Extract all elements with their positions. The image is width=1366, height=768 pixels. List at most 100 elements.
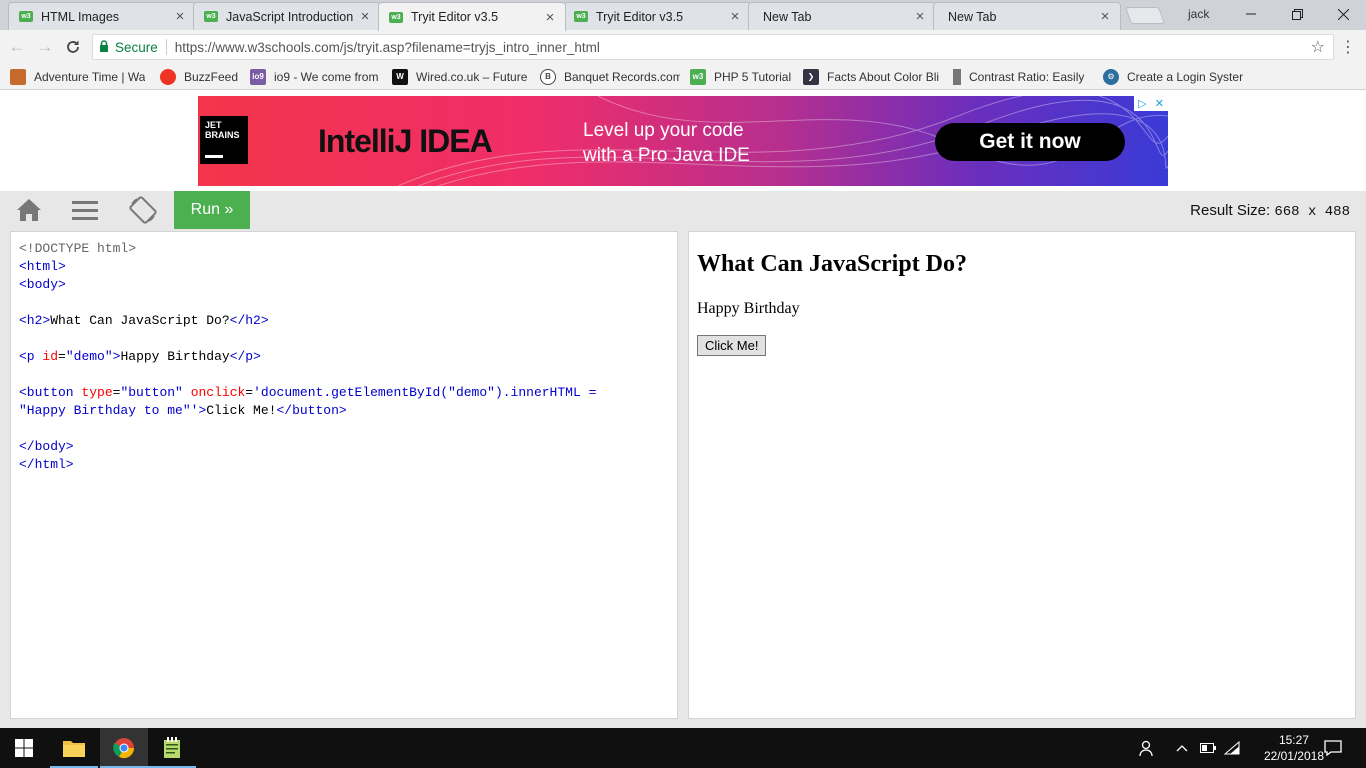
- code-tag: </p>: [229, 349, 261, 364]
- forward-arrow-icon[interactable]: →: [34, 36, 56, 58]
- code-tag: </h2>: [229, 313, 269, 328]
- ad-product-name: IntelliJ IDEA: [318, 123, 493, 159]
- code-attr: onclick: [190, 385, 246, 400]
- gear-icon: ⚙: [1103, 68, 1119, 85]
- ad-banner[interactable]: JET BRAINS IntelliJ IDEA Level up your c…: [198, 96, 1168, 186]
- click-me-button[interactable]: Click Me!: [697, 335, 767, 356]
- ad-cta-button[interactable]: Get it now: [935, 123, 1125, 161]
- bookmark-favicon-icon: [10, 68, 26, 85]
- tab-title: New Tab: [763, 9, 812, 24]
- chrome-icon[interactable]: [100, 728, 148, 768]
- system-clock[interactable]: 15:27 22/01/2018: [1264, 732, 1324, 764]
- bookmark-favicon-icon: ❯: [803, 68, 819, 85]
- close-icon[interactable]: ×: [171, 8, 189, 25]
- file-explorer-icon[interactable]: [50, 728, 98, 768]
- secure-label: Secure: [115, 39, 158, 55]
- logo-text: JET BRAINS: [205, 120, 240, 140]
- bookmark-label: io9 - We come from t: [274, 69, 382, 84]
- address-bar[interactable]: Secure https://www.w3schools.com/js/tryi…: [92, 34, 1334, 60]
- code-editor[interactable]: <!DOCTYPE html> <html> <body> <h2>What C…: [10, 231, 678, 719]
- wifi-icon[interactable]: [1224, 728, 1240, 768]
- browser-toolbar: ← → Secure https://www.w3schools.com/js/…: [0, 30, 1366, 64]
- code-attr: type: [81, 385, 113, 400]
- url-text[interactable]: https://www.w3schools.com/js/tryit.asp?f…: [175, 40, 600, 55]
- result-paragraph: Happy Birthday: [697, 300, 800, 317]
- code-value: "demo": [65, 349, 113, 364]
- rotate-layout-icon[interactable]: [128, 195, 158, 225]
- code-tag: </html>: [19, 457, 74, 472]
- tryit-toolbar: Run » Result Size: 668 x 488: [0, 191, 1366, 229]
- bookmark-create-login[interactable]: ⚙ Create a Login Syster: [1103, 68, 1243, 85]
- tab-title: Tryit Editor v3.5: [596, 9, 684, 24]
- new-tab-button[interactable]: [1124, 7, 1166, 24]
- windows-start-icon[interactable]: [0, 728, 48, 768]
- ad-close-icon[interactable]: ✕: [1155, 97, 1164, 110]
- bookmark-banquet-records[interactable]: B Banquet Records.com: [540, 68, 680, 85]
- code-text: Click Me!: [206, 403, 277, 418]
- close-icon[interactable]: ×: [1096, 8, 1114, 25]
- menu-dots-icon[interactable]: ⋮: [1340, 37, 1356, 57]
- tab-javascript-introduction[interactable]: w3 JavaScript Introduction ×: [193, 2, 381, 30]
- close-icon[interactable]: ×: [726, 8, 744, 25]
- tab-html-images[interactable]: w3 HTML Images ×: [8, 2, 196, 30]
- restore-icon[interactable]: [1274, 0, 1320, 28]
- back-arrow-icon[interactable]: ←: [6, 36, 28, 58]
- code-value: 'document.getElementById("demo").innerHT…: [253, 385, 597, 400]
- code-tag: <button: [19, 385, 74, 400]
- bookmark-star-icon[interactable]: ☆: [1311, 37, 1325, 57]
- bookmark-io9[interactable]: io9 io9 - We come from t: [250, 68, 382, 85]
- bookmark-facts-color-blind[interactable]: ❯ Facts About Color Bli: [803, 68, 943, 85]
- tab-new-tab[interactable]: New Tab ×: [933, 2, 1121, 30]
- bookmark-contrast-ratio[interactable]: Contrast Ratio: Easily: [953, 68, 1093, 85]
- ad-choices[interactable]: ▷ ✕: [1134, 96, 1168, 111]
- code-value: "button": [120, 385, 183, 400]
- bookmark-buzzfeed[interactable]: BuzzFeed: [160, 68, 240, 85]
- notepad-icon[interactable]: [148, 728, 196, 768]
- chevron-up-icon[interactable]: [1176, 728, 1188, 768]
- notifications-icon[interactable]: [1324, 728, 1342, 768]
- people-icon[interactable]: [1138, 728, 1156, 768]
- bookmark-label: Create a Login Syster: [1127, 69, 1243, 84]
- close-icon[interactable]: ×: [356, 8, 374, 25]
- bookmark-label: Wired.co.uk – Future: [416, 69, 528, 84]
- buzzfeed-icon: [160, 68, 176, 85]
- tab-new-tab[interactable]: New Tab ×: [748, 2, 936, 30]
- w3schools-icon: w3: [690, 68, 706, 85]
- close-icon[interactable]: ×: [541, 9, 559, 26]
- bookmark-label: Facts About Color Bli: [827, 69, 940, 84]
- windows-taskbar: 15:27 22/01/2018: [0, 728, 1366, 768]
- ad-tagline-line: with a Pro Java IDE: [583, 145, 750, 166]
- profile-name[interactable]: jack: [1188, 7, 1209, 21]
- code-tag: <body>: [19, 277, 66, 292]
- result-preview: What Can JavaScript Do? Happy Birthday C…: [688, 231, 1356, 719]
- io9-icon: io9: [250, 68, 266, 85]
- home-icon[interactable]: [14, 195, 44, 225]
- minimize-icon[interactable]: [1228, 0, 1274, 28]
- run-button[interactable]: Run »: [174, 191, 250, 229]
- result-size-value: 668 x 488: [1274, 204, 1350, 220]
- bookmark-php-tutorial[interactable]: w3 PHP 5 Tutorial: [690, 68, 793, 85]
- w3schools-icon: w3: [389, 11, 403, 23]
- close-icon[interactable]: ×: [911, 8, 929, 25]
- bookmark-label: Contrast Ratio: Easily: [969, 69, 1085, 84]
- bookmark-wired[interactable]: W Wired.co.uk – Future: [392, 68, 530, 85]
- bookmark-label: BuzzFeed: [184, 69, 239, 84]
- bookmark-adventure-time[interactable]: Adventure Time | Wa: [10, 68, 150, 85]
- code-doctype: <!DOCTYPE html>: [19, 241, 137, 256]
- tab-tryit-editor-active[interactable]: w3 Tryit Editor v3.5 ×: [378, 2, 566, 31]
- menu-icon[interactable]: [70, 195, 100, 225]
- bookmark-label: PHP 5 Tutorial: [714, 69, 792, 84]
- window-close-icon[interactable]: [1320, 0, 1366, 28]
- code-tag: </body>: [19, 439, 74, 454]
- w3schools-icon: w3: [574, 11, 588, 22]
- reload-icon[interactable]: [62, 36, 84, 58]
- editor-panels: <!DOCTYPE html> <html> <body> <h2>What C…: [0, 229, 1366, 728]
- wired-icon: W: [392, 68, 408, 85]
- divider: [165, 39, 167, 55]
- battery-icon[interactable]: [1200, 728, 1216, 768]
- bookmarks-bar: Adventure Time | Wa BuzzFeed io9 io9 - W…: [0, 64, 1366, 90]
- w3schools-icon: w3: [19, 11, 33, 22]
- code-tag: <p: [19, 349, 35, 364]
- adchoices-icon[interactable]: ▷: [1138, 97, 1146, 110]
- tab-tryit-editor[interactable]: w3 Tryit Editor v3.5 ×: [563, 2, 751, 30]
